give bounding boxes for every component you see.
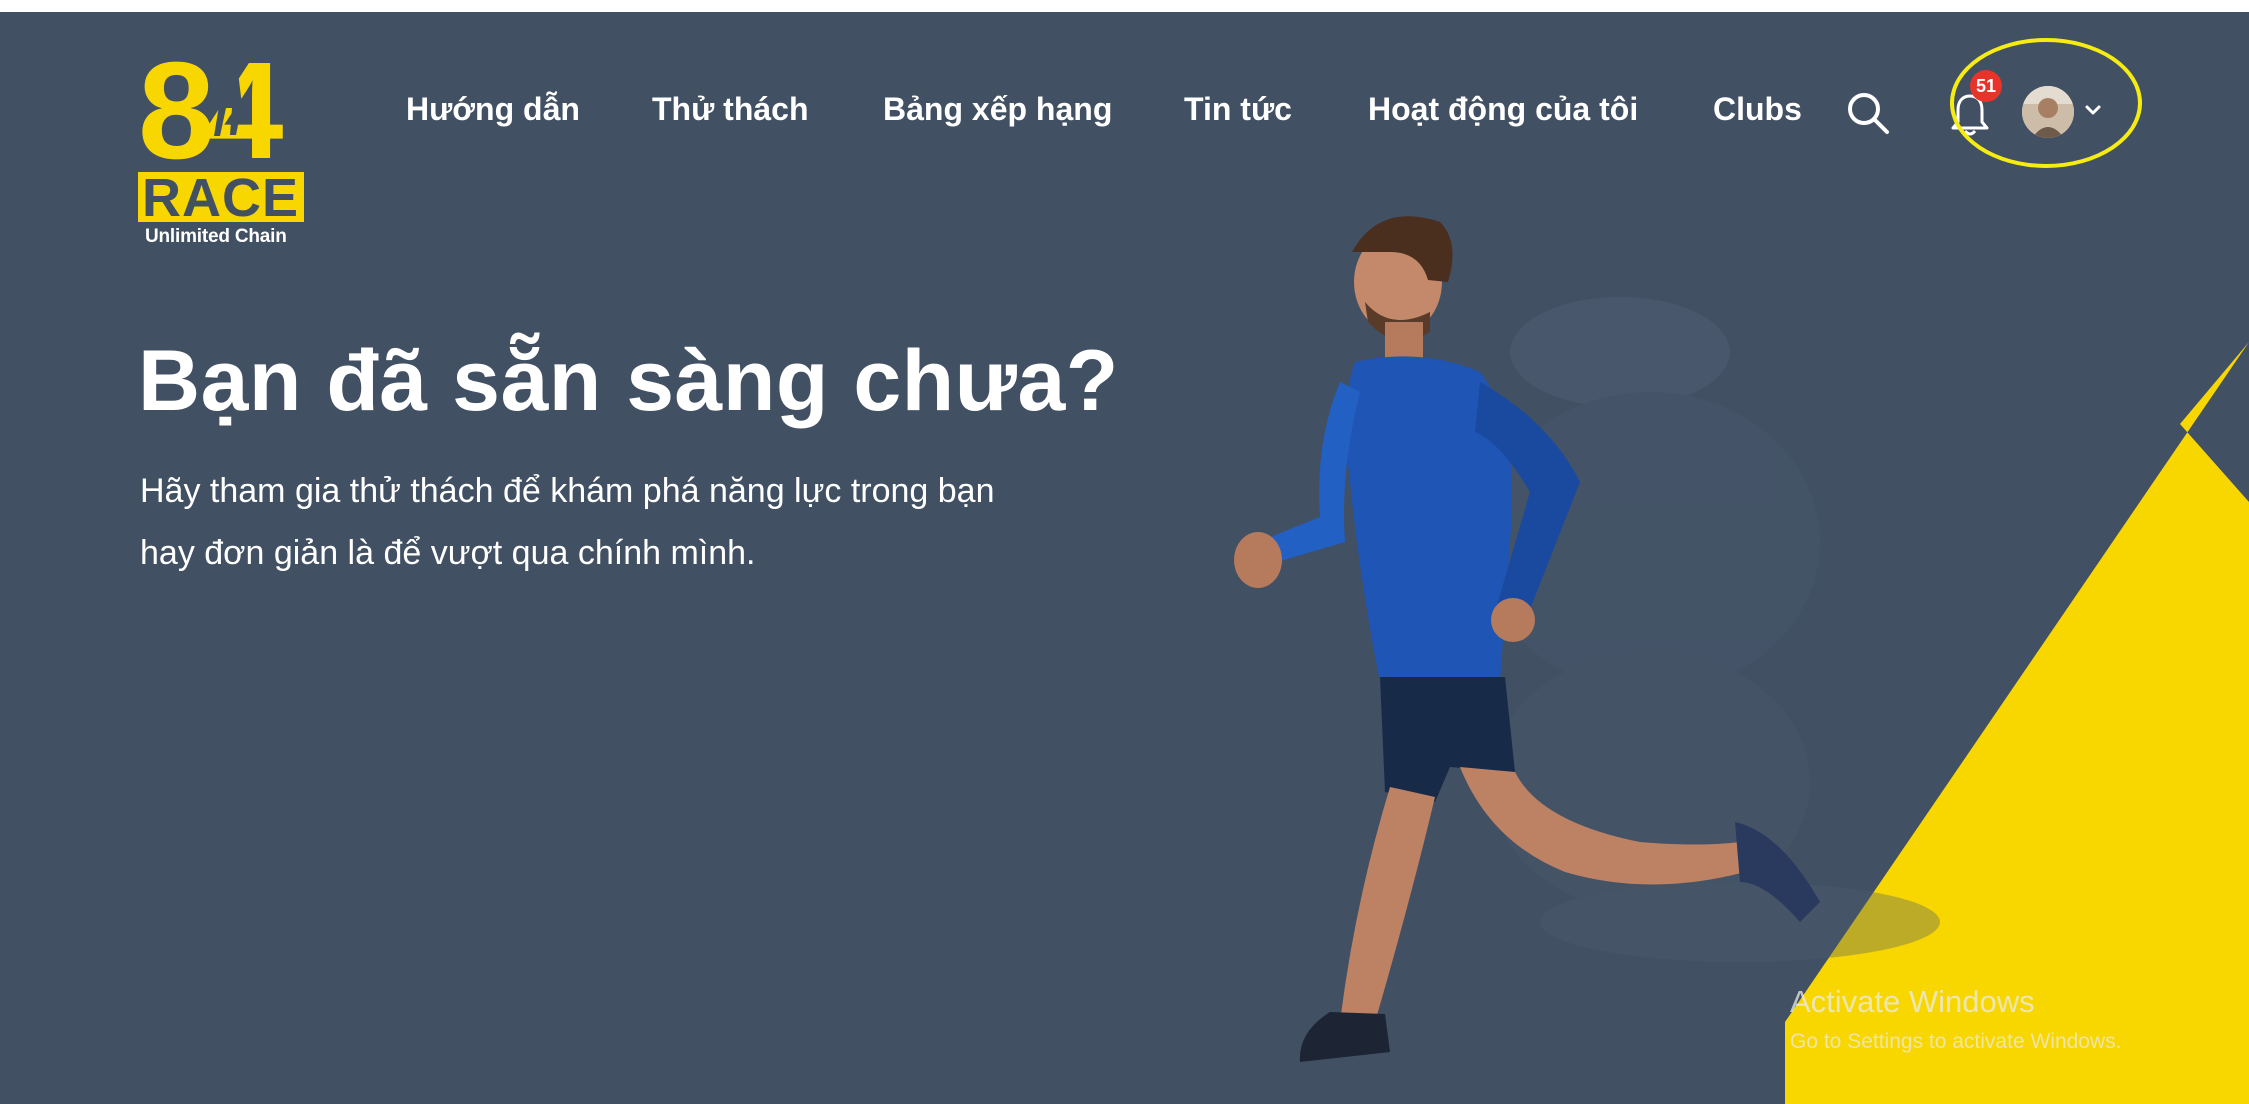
runner-image [1234,216,1940,1062]
logo-tagline: Unlimited Chain [145,226,287,247]
site-logo[interactable]: 84 RACE Unlimited Chain [138,50,308,255]
activate-windows-hint: Go to Settings to activate Windows. [1790,1030,2122,1053]
nav-item-bang-xep-hang[interactable]: Bảng xếp hạng [883,84,1112,134]
logo-84-race: 84 RACE [138,50,304,225]
activate-windows-watermark: Activate Windows [1790,984,2035,1019]
nav-item-huong-dan[interactable]: Hướng dẫn [406,84,580,134]
hero-subtitle-line2: hay đơn giản là để vượt qua chính mình. [140,534,756,572]
nav-item-thu-thach[interactable]: Thử thách [652,84,809,134]
search-icon[interactable] [1845,90,1891,136]
highlight-annotation [1950,38,2142,168]
nav-item-tin-tuc[interactable]: Tin tức [1184,84,1292,134]
nav-item-hoat-dong[interactable]: Hoạt động của tôi [1368,84,1638,134]
hero-subtitle-line1: Hãy tham gia thử thách để khám phá năng … [140,472,995,510]
hero-section: 84 RACE Unlimited Chain Hướng dẫn Thử th… [0,12,2249,1104]
hero-subtitle: Hãy tham gia thử thách để khám phá năng … [140,460,1120,584]
nav-item-clubs[interactable]: Clubs [1713,84,1802,134]
hero-title: Bạn đã sẵn sàng chưa? [138,333,1119,429]
logo-word: RACE [142,168,299,225]
